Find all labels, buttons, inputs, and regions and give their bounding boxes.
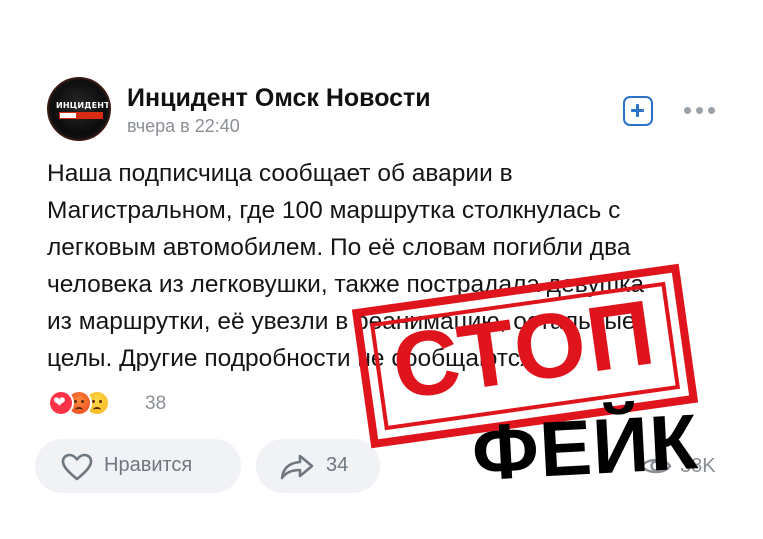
share-button[interactable]: 34 <box>256 439 380 493</box>
reaction-count[interactable]: 38 <box>145 393 166 415</box>
more-options-icon[interactable] <box>682 100 718 120</box>
post-text-line: Наша подписчица сообщает об аварии в <box>47 160 513 187</box>
heart-reaction-icon <box>48 390 74 416</box>
add-icon[interactable] <box>623 96 653 126</box>
heart-icon <box>61 453 93 481</box>
avatar-logo-bar <box>59 112 103 119</box>
fake-label: ФЕЙК <box>469 397 701 497</box>
post-author[interactable]: Инцидент Омск Новости <box>127 84 431 113</box>
post-time[interactable]: вчера в 22:40 <box>127 116 240 137</box>
post-text-line: Магистральном, где 100 маршрутка столкну… <box>47 197 621 224</box>
avatar-logo-text: ИНЦИДЕНТ <box>56 101 110 110</box>
like-label: Нравится <box>104 454 193 476</box>
post-text-line: легковым автомобилем. По её словам погиб… <box>47 234 631 261</box>
like-button[interactable]: Нравится <box>35 439 241 493</box>
share-count: 34 <box>326 454 349 476</box>
avatar[interactable]: ИНЦИДЕНТ <box>47 77 111 141</box>
share-icon <box>280 454 314 480</box>
